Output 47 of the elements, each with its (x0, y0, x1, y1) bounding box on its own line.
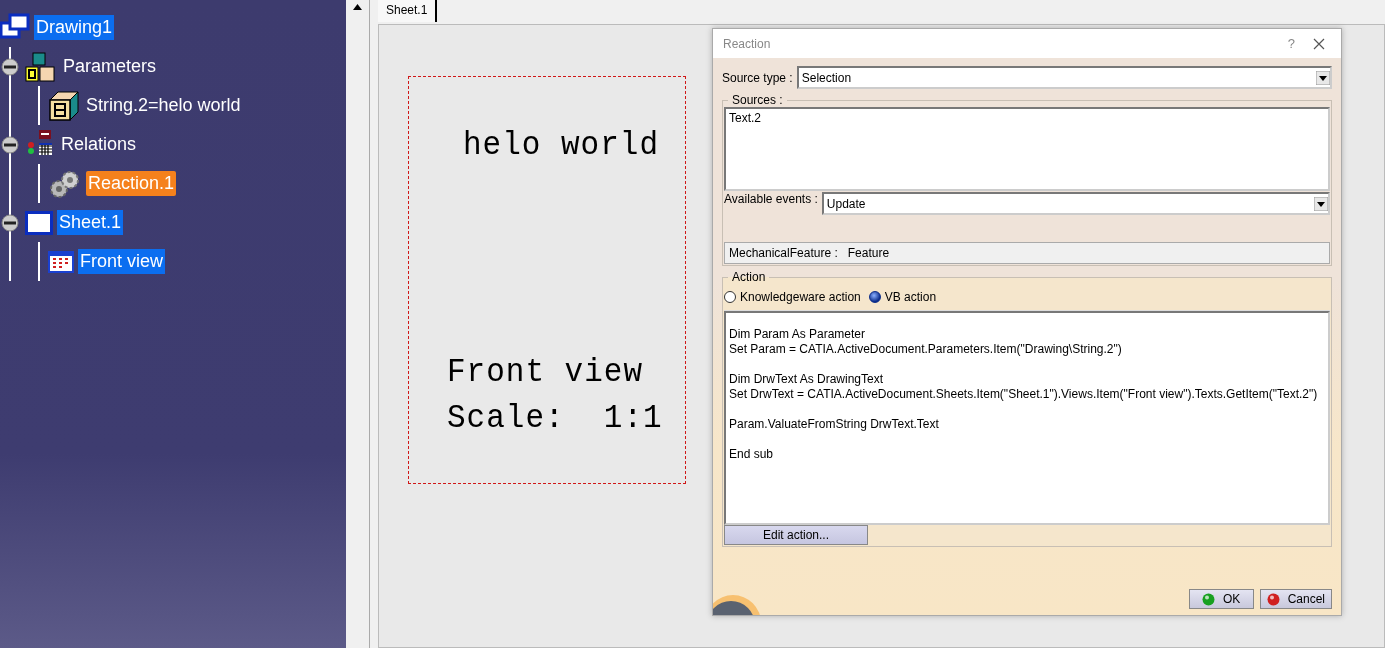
group-label: Sources : (731, 93, 784, 107)
code-line: Dim DrwText As DrawingText (729, 372, 885, 387)
ok-button[interactable]: OK (1188, 589, 1254, 609)
tree-item[interactable]: Sheet.1 (57, 210, 124, 235)
field-label: Available events : (724, 192, 818, 206)
view-grid-icon (48, 250, 74, 273)
drawing-text: Front view (447, 351, 645, 393)
tree-item[interactable]: Parameters (61, 54, 159, 79)
radio-option[interactable]: VB action (868, 290, 937, 304)
collapse-icon[interactable] (1, 213, 19, 232)
tree-item[interactable]: String.2=helo world (84, 93, 243, 118)
dropdown-arrow-icon[interactable] (1316, 70, 1330, 85)
dropdown-arrow-icon[interactable] (1314, 196, 1328, 211)
cancel-ball-icon (1266, 592, 1280, 606)
feature-type-bar: MechanicalFeature : Feature (724, 242, 1330, 264)
sources-list[interactable]: Text.2 (724, 107, 1330, 191)
cancel-button[interactable]: Cancel (1259, 589, 1332, 609)
tree-item[interactable]: Front view (78, 249, 166, 274)
sheet-tab[interactable]: Sheet.1 (378, 0, 438, 22)
blocks-icon (25, 50, 57, 83)
group-label: Action (731, 270, 767, 284)
radio-option[interactable]: Knowledgeware action (724, 290, 861, 304)
code-line: Set DrwText = CATIA.ActiveDocument.Sheets.Item("Sheet.1").Views.Item("Front view").Texts.GetItem("Text.2") (729, 387, 1319, 402)
close-icon[interactable] (1313, 37, 1325, 50)
scroll-up-icon[interactable] (353, 4, 362, 10)
scrollbar[interactable] (346, 0, 370, 648)
list-item[interactable]: Text.2 (729, 111, 1325, 125)
drawing-text: helo world (463, 124, 661, 166)
confirm-ball-icon (1201, 592, 1215, 606)
collapse-icon[interactable] (1, 135, 19, 154)
field-label: Source type : (722, 70, 793, 85)
code-line: Dim Param As Parameter (729, 327, 867, 342)
tree-item[interactable]: Drawing1 (34, 15, 115, 40)
edit-action-button[interactable]: Edit action... (724, 525, 868, 545)
sheet-icon (25, 210, 53, 235)
code-line: End sub (729, 447, 775, 462)
source-type-dropdown[interactable]: Selection (796, 66, 1332, 89)
drawing-text: Scale: 1:1 (447, 397, 664, 439)
help-button[interactable]: ? (1287, 36, 1295, 51)
collapse-icon[interactable] (1, 57, 19, 76)
code-line: Param.ValuateFromString DrwText.Text (729, 417, 940, 432)
cube-icon (48, 89, 80, 122)
tree-item[interactable]: Relations (59, 132, 139, 157)
code-line: Set Param = CATIA.ActiveDocument.Parameters.Item("Drawing\String.2") (729, 342, 1123, 357)
events-dropdown[interactable]: Update (821, 192, 1330, 215)
dialog-title: Reaction (723, 36, 772, 51)
code-editor[interactable] (724, 311, 1330, 525)
